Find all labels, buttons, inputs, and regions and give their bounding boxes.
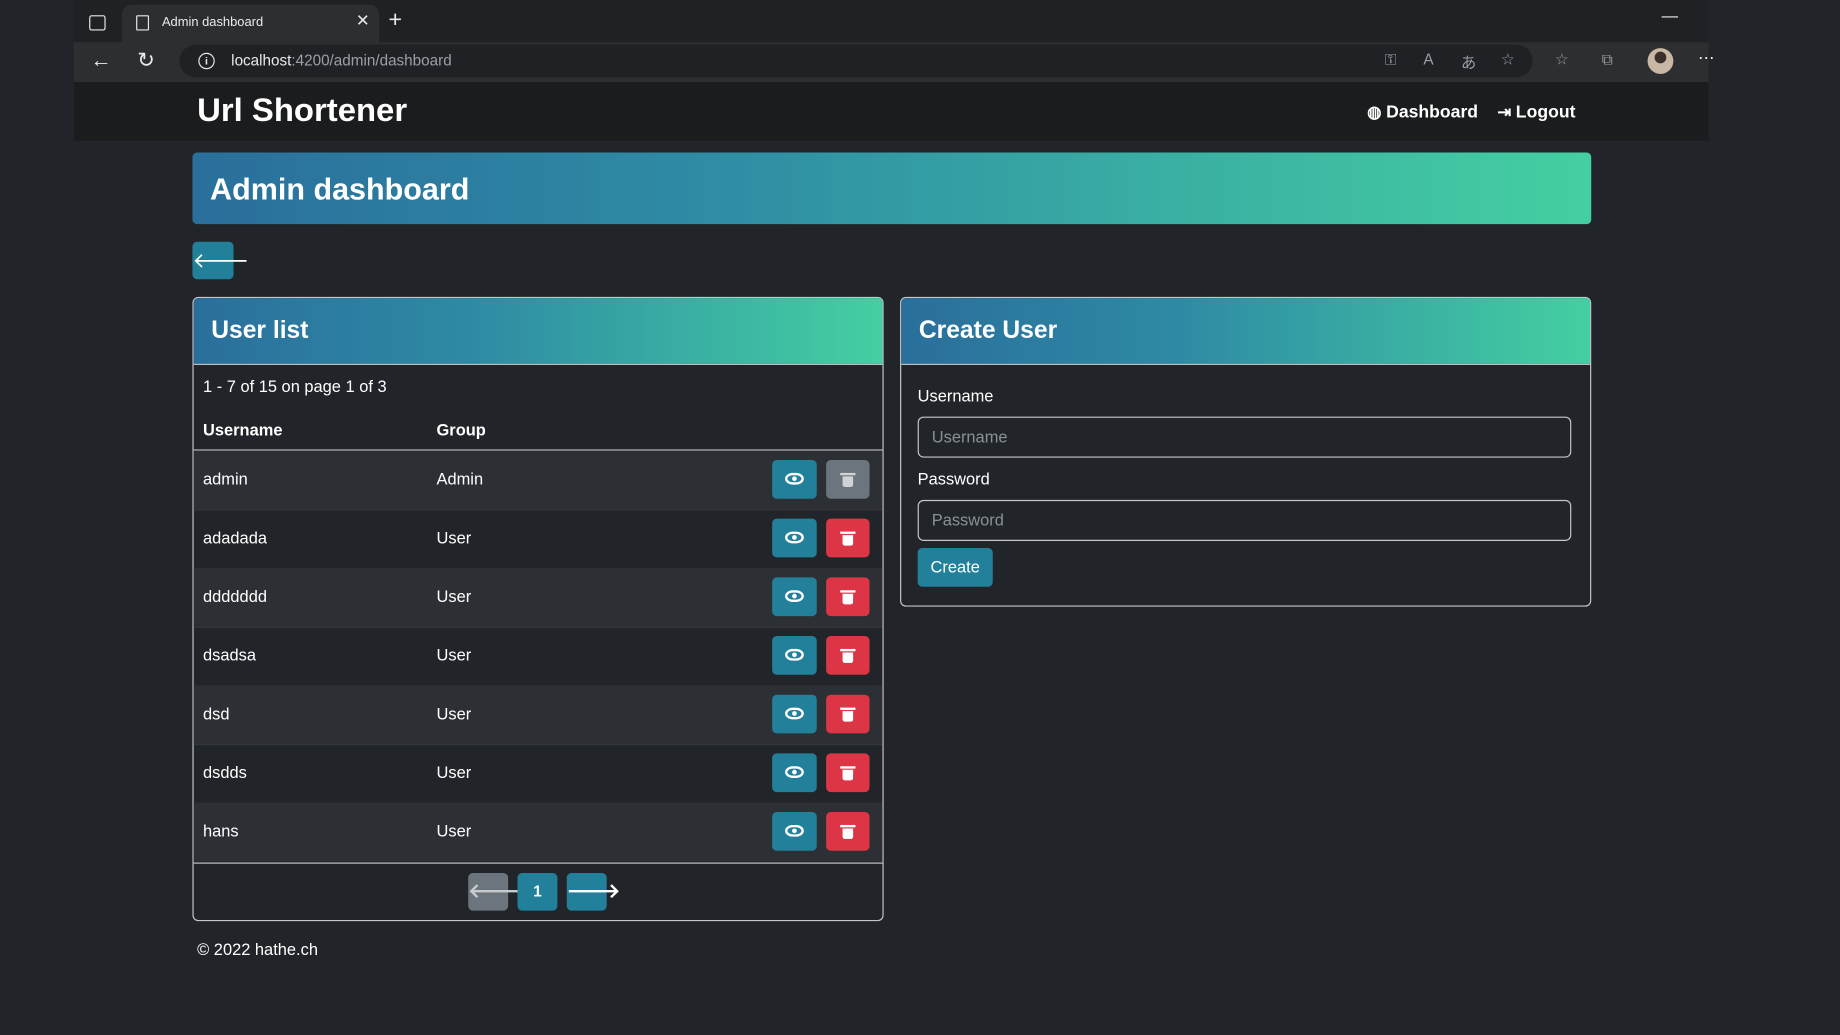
view-user-button[interactable] [772,577,817,617]
dashboard-icon: ◍ [1367,102,1382,121]
nav-logout-label: Logout [1515,102,1576,123]
delete-user-button[interactable] [826,636,870,675]
password-input[interactable]: Password [917,499,1572,541]
group-cell: User [436,645,472,665]
view-user-button[interactable] [772,694,817,734]
nav-dashboard-link[interactable]: ◍ Dashboard [1367,102,1478,122]
delete-user-button[interactable] [826,812,870,851]
table-row: hans User [193,802,883,862]
table-row: ddddddd User [193,567,883,628]
table-row: dsadsa User [193,627,883,687]
eye-icon [785,707,804,720]
delete-user-button[interactable] [826,577,870,617]
brand-title[interactable]: Url Shortener [197,92,407,130]
pagination-summary: 1 - 7 of 15 on page 1 of 3 [203,376,387,396]
table-row: admin Admin [193,450,883,511]
read-aloud-icon[interactable]: A [1423,50,1433,68]
delete-user-button[interactable] [826,518,870,558]
url-text[interactable]: localhost:4200/admin/dashboard [231,52,452,70]
create-user-header: Create User [901,298,1591,365]
password-label: Password [917,469,990,489]
column-header-group: Group [436,420,486,439]
info-icon[interactable]: i [198,52,215,70]
view-user-button[interactable] [772,636,817,675]
eye-icon [785,766,804,779]
favorites-icon[interactable]: ☆ [1555,50,1569,69]
arrow-left-icon: 🡐 [192,248,250,273]
username-label: Username [917,386,994,405]
group-cell: User [436,704,472,723]
eye-icon [785,531,804,544]
group-cell: User [436,528,472,547]
back-icon[interactable]: ← [90,47,111,73]
eye-icon [785,648,804,661]
tab-actions-icon[interactable] [89,15,106,31]
username-cell: dsadsa [203,645,256,665]
column-header-username: Username [203,420,283,439]
reload-icon[interactable]: ↻ [137,47,155,73]
add-favorite-icon[interactable]: ☆ [1501,50,1515,69]
create-user-card: Create User Username Username Password P… [900,296,1592,607]
group-cell: User [436,762,472,782]
username-cell: ddddddd [203,586,267,606]
group-cell: User [436,586,472,606]
back-button[interactable]: 🡐 [192,241,249,280]
delete-user-button[interactable] [826,753,870,793]
delete-user-button[interactable] [826,694,870,734]
table-row: dsdds User [193,744,883,804]
username-cell: dsd [203,704,230,723]
translate-icon[interactable]: あ [1461,50,1476,72]
more-icon[interactable]: ⋯ [1698,48,1714,68]
table-row: dsd User [193,685,883,746]
tab-title: Admin dashboard [161,15,264,30]
user-list-title: User list [211,316,309,344]
trash-icon [840,590,856,605]
logout-icon: ⇥ [1497,102,1512,121]
trash-icon [840,472,856,487]
user-list-header: User list [193,298,883,365]
create-user-button[interactable]: Create [917,548,993,587]
view-user-button[interactable] [772,753,817,793]
create-user-title: Create User [918,316,1058,344]
screen: Admin dashboard ✕ + — ← ↻ i localhost:42… [0,0,1840,1035]
trash-icon [840,531,856,546]
collections-icon[interactable]: ⧉ [1602,50,1613,69]
trash-icon [840,648,856,664]
page-icon [136,15,150,31]
view-user-button[interactable] [772,812,817,851]
eye-icon [785,472,804,485]
eye-icon [785,590,804,602]
user-list-card: User list 1 - 7 of 15 on page 1 of 3 Use… [192,296,884,922]
username-cell: dsdds [203,762,247,782]
delete-user-button [826,460,870,499]
new-tab-icon[interactable]: + [388,8,402,31]
profile-avatar[interactable] [1647,48,1674,74]
trash-icon [840,766,856,781]
username-cell: hans [203,821,239,841]
nav-logout-link[interactable]: ⇥ Logout [1497,102,1575,122]
minimize-icon[interactable]: — [1662,6,1678,25]
group-cell: Admin [436,469,484,489]
trash-icon [840,824,856,840]
trash-icon [840,707,856,722]
browser-tab[interactable]: Admin dashboard ✕ [122,4,380,43]
page-title: Admin dashboard [210,171,470,207]
key-icon[interactable]: ⚿ [1385,50,1397,69]
previous-page-button: 🡐 [468,873,522,911]
footer-copyright: © 2022 hathe.ch [197,939,318,959]
username-cell: adadada [203,528,267,547]
close-icon[interactable]: ✕ [356,11,370,31]
table-footer-divider [193,862,883,864]
group-cell: User [436,821,472,841]
next-page-button[interactable]: 🡒 [566,873,620,911]
username-cell: admin [203,469,248,489]
nav-dashboard-label: Dashboard [1386,102,1479,123]
eye-icon [785,824,804,837]
table-row: adadada User [193,509,883,570]
view-user-button[interactable] [772,460,817,499]
username-input[interactable]: Username [917,416,1572,458]
view-user-button[interactable] [772,518,817,558]
page-number-button[interactable]: 1 [517,873,558,911]
